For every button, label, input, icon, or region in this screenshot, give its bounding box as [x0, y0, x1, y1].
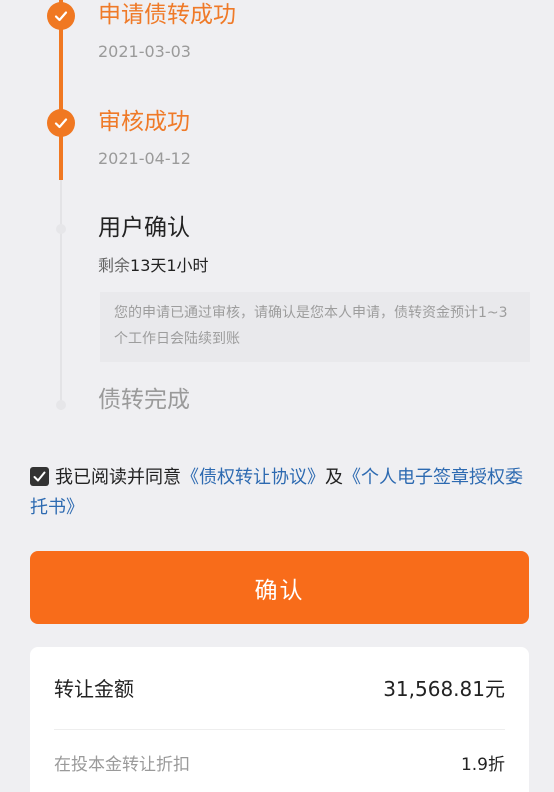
transfer-agreement-link[interactable]: 《债权转让协议》 — [181, 467, 325, 488]
agreement-and: 及 — [325, 467, 343, 488]
remaining-label: 剩余 — [98, 256, 131, 275]
step-title-apply: 申请债转成功 — [98, 2, 236, 28]
transfer-amount-value: 31,568.81元 — [383, 676, 505, 701]
transfer-amount-label: 转让金额 — [54, 676, 134, 701]
step-dot-icon — [56, 400, 66, 410]
step-title-complete: 债转完成 — [98, 387, 190, 413]
timeline-line-pending — [60, 180, 62, 410]
step-date-apply: 2021-03-03 — [98, 42, 191, 61]
agreement-checkbox[interactable] — [30, 467, 49, 486]
remaining-value: 13天1小时 — [130, 256, 209, 275]
step-date-review: 2021-04-12 — [98, 149, 191, 168]
discount-label: 在投本金转让折扣 — [54, 754, 190, 775]
divider — [54, 729, 505, 730]
review-notice: 您的申请已通过审核，请确认是您本人申请，债转资金预计1~3个工作日会陆续到账 — [100, 292, 530, 362]
transfer-amount-row: 转让金额 31,568.81元 — [54, 669, 505, 705]
progress-timeline: 申请债转成功 2021-03-03 审核成功 2021-04-12 用户确认 剩… — [0, 0, 554, 430]
step-title-confirm: 用户确认 — [98, 215, 190, 241]
discount-value: 1.9折 — [460, 754, 505, 775]
discount-row: 在投本金转让折扣 1.9折 — [54, 747, 505, 777]
step-title-review: 审核成功 — [98, 109, 190, 135]
remaining-time: 剩余13天1小时 — [98, 256, 209, 276]
step-check-icon — [47, 2, 75, 30]
confirm-button[interactable]: 确认 — [30, 551, 529, 624]
step-dot-icon — [56, 224, 66, 234]
summary-card: 转让金额 31,568.81元 在投本金转让折扣 1.9折 — [30, 647, 529, 792]
agreement-row: 我已阅读并同意《债权转让协议》及《个人电子签章授权委托书》 — [30, 463, 530, 523]
agreement-text: 我已阅读并同意 — [55, 467, 181, 488]
step-check-icon — [47, 109, 75, 137]
